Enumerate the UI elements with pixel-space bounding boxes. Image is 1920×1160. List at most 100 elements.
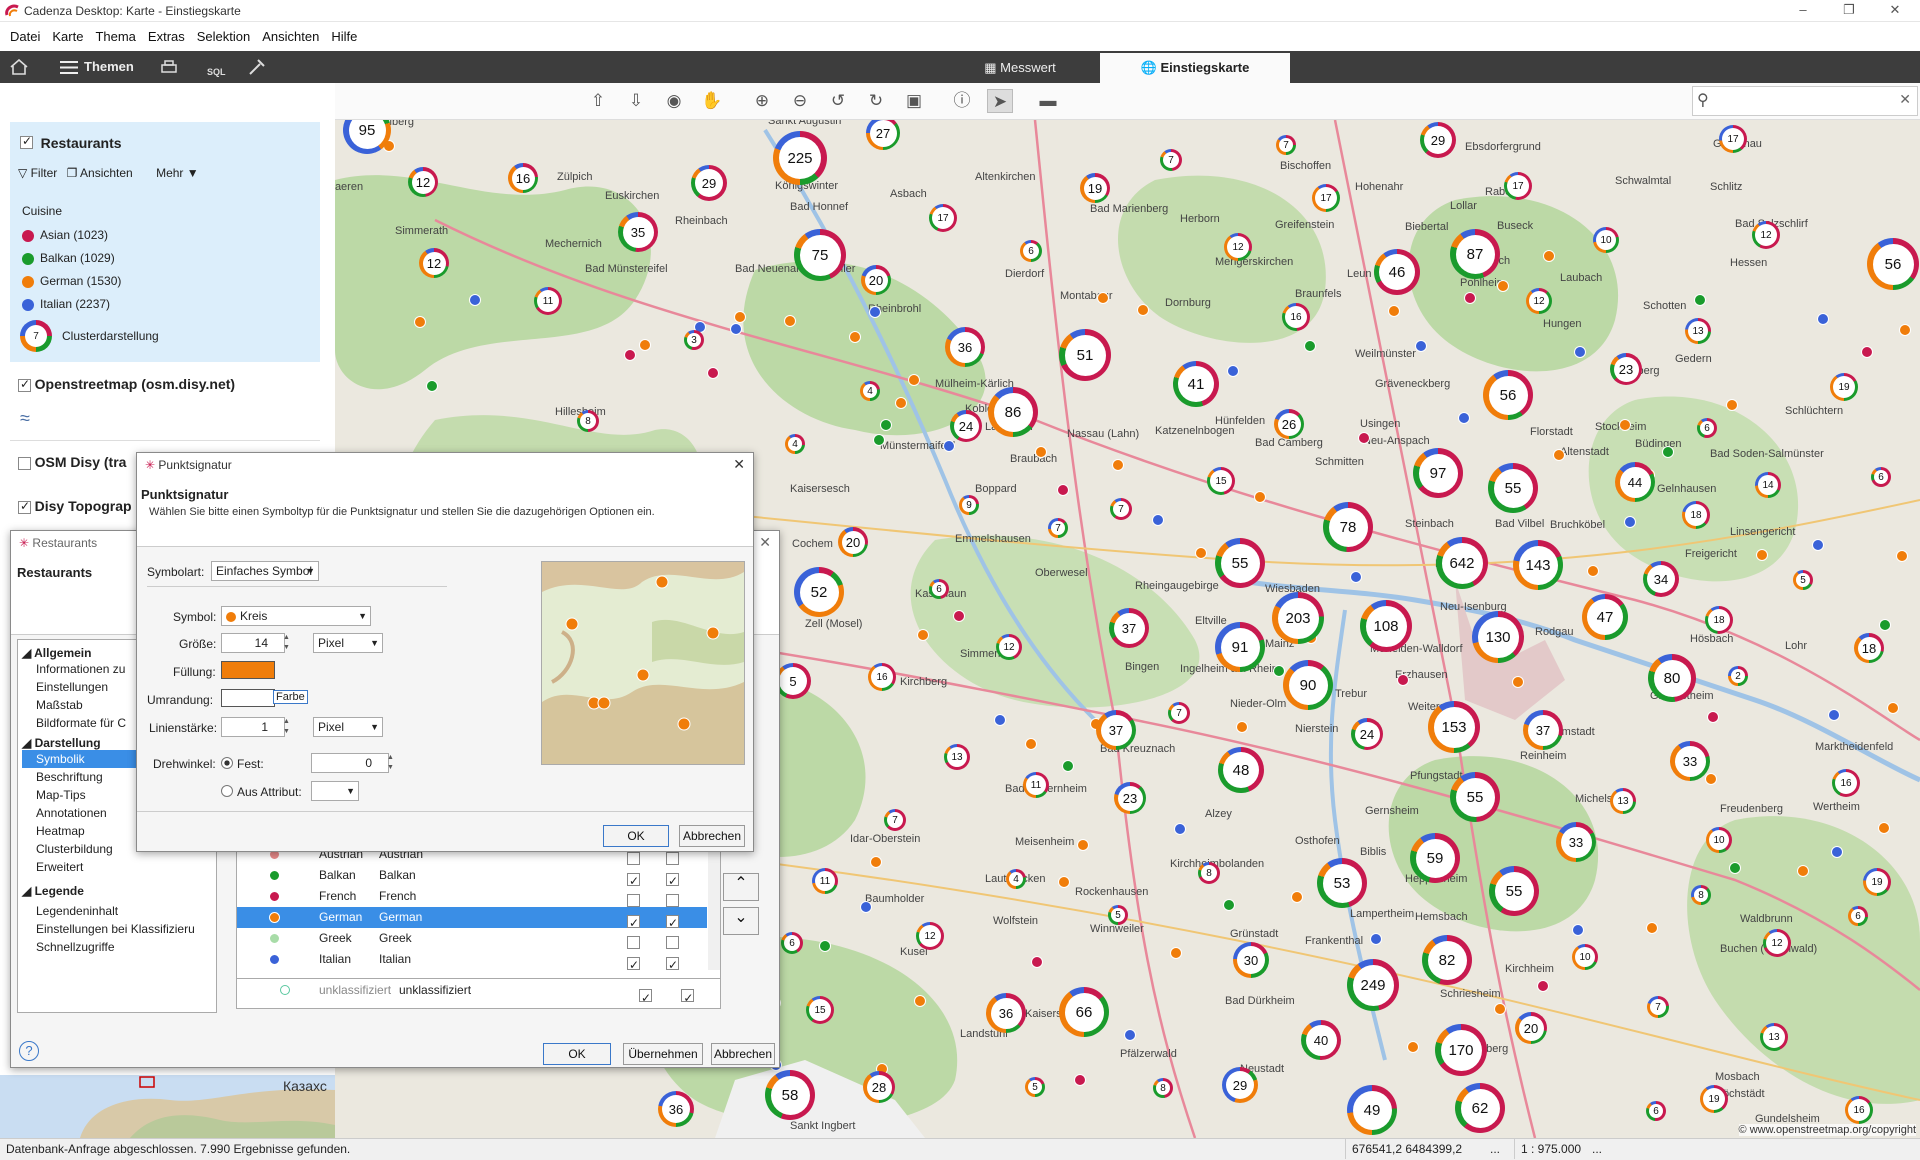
restaurant-point[interactable] xyxy=(1077,839,1089,851)
restaurant-point[interactable] xyxy=(730,323,742,335)
cluster-marker[interactable]: 14 xyxy=(1755,472,1781,498)
drehwinkel-input[interactable]: 0 xyxy=(311,753,389,773)
color-swatch[interactable] xyxy=(269,954,280,965)
map-attribution[interactable]: © www.openstreetmap.org/copyright xyxy=(1738,1124,1916,1136)
export-icon[interactable]: ⇧ xyxy=(585,89,611,113)
restaurant-point[interactable] xyxy=(1896,550,1908,562)
restaurant-point[interactable] xyxy=(953,610,965,622)
cluster-marker[interactable]: 16 xyxy=(1282,303,1310,331)
cluster-marker[interactable]: 5 xyxy=(775,663,811,699)
restaurant-point[interactable] xyxy=(1729,862,1741,874)
cluster-marker[interactable]: 225 xyxy=(773,131,827,185)
restaurant-point[interactable] xyxy=(1397,674,1409,686)
linien-spinner-icon[interactable]: ▲ ▼ xyxy=(283,717,290,737)
restaurant-point[interactable] xyxy=(873,434,885,446)
restaurant-point[interactable] xyxy=(707,367,719,379)
cluster-marker[interactable]: 6 xyxy=(1020,240,1042,262)
groesse-unit-select[interactable]: Pixel xyxy=(313,633,383,653)
cluster-marker[interactable]: 28 xyxy=(863,1071,895,1103)
cluster-marker[interactable]: 108 xyxy=(1360,600,1412,652)
restaurant-point[interactable] xyxy=(1097,292,1109,304)
restaurant-point[interactable] xyxy=(1350,571,1362,583)
color-swatch[interactable] xyxy=(269,912,280,923)
restaurant-point[interactable] xyxy=(1817,313,1829,325)
cluster-marker[interactable]: 642 xyxy=(1436,537,1488,589)
restaurant-point[interactable] xyxy=(414,316,426,328)
cluster-marker[interactable]: 90 xyxy=(1283,660,1333,710)
menu-thema[interactable]: Thema xyxy=(89,23,141,50)
restaurant-point[interactable] xyxy=(1304,340,1316,352)
cluster-marker[interactable]: 13 xyxy=(1610,788,1636,814)
cluster-marker[interactable]: 10 xyxy=(1593,227,1619,253)
cluster-marker[interactable]: 18 xyxy=(1682,501,1710,529)
help-icon[interactable]: ? xyxy=(19,1041,39,1061)
cluster-marker[interactable]: 13 xyxy=(944,744,970,770)
binoculars-icon[interactable]: ◉ xyxy=(661,89,687,113)
cluster-marker[interactable]: 12 xyxy=(419,248,449,278)
legend-checkbox[interactable] xyxy=(681,987,695,1009)
cluster-marker[interactable]: 91 xyxy=(1215,622,1265,672)
restaurant-point[interactable] xyxy=(1170,947,1182,959)
restaurant-point[interactable] xyxy=(1152,514,1164,526)
info-icon[interactable]: ⓘ xyxy=(949,89,975,113)
table-row[interactable]: Greek Greek xyxy=(237,928,707,950)
measure-icon[interactable]: ▬ xyxy=(1035,89,1061,113)
cluster-marker[interactable]: 130 xyxy=(1472,611,1524,663)
restaurant-point[interactable] xyxy=(819,940,831,952)
restaurant-point[interactable] xyxy=(1553,449,1565,461)
cluster-marker[interactable]: 12 xyxy=(916,922,944,950)
cluster-marker[interactable]: 23 xyxy=(1114,782,1146,814)
menu-extras[interactable]: Extras xyxy=(142,23,191,50)
restaurant-point[interactable] xyxy=(1273,665,1285,677)
restaurant-point[interactable] xyxy=(1726,399,1738,411)
restaurant-point[interactable] xyxy=(1031,956,1043,968)
cluster-marker[interactable]: 48 xyxy=(1218,747,1264,793)
cluster-marker[interactable]: 16 xyxy=(1845,1096,1873,1124)
fill-color-button[interactable] xyxy=(221,661,275,679)
cluster-marker[interactable]: 86 xyxy=(988,387,1038,437)
zoom-in-icon[interactable]: ⊕ xyxy=(749,89,775,113)
row-label[interactable]: French xyxy=(379,886,416,907)
move-down-button[interactable]: ⌄ xyxy=(723,907,759,935)
import-icon[interactable]: ⇩ xyxy=(623,89,649,113)
visible-checkbox[interactable] xyxy=(627,894,640,908)
cluster-marker[interactable]: 13 xyxy=(1760,1023,1788,1051)
restaurant-point[interactable] xyxy=(1074,1074,1086,1086)
mehr-button[interactable]: Mehr xyxy=(156,166,183,180)
menu-hilfe[interactable]: Hilfe xyxy=(325,23,363,50)
cluster-marker[interactable]: 7 xyxy=(1160,149,1182,171)
cluster-marker[interactable]: 37 xyxy=(1096,710,1136,750)
aus-attribut-radio[interactable] xyxy=(221,785,233,797)
legend-item-italian[interactable]: Italian (2237) xyxy=(22,293,121,316)
cluster-marker[interactable]: 29 xyxy=(1222,1067,1258,1103)
cluster-marker[interactable]: 4 xyxy=(785,434,805,454)
cluster-marker[interactable]: 35 xyxy=(618,212,658,252)
symbolart-select[interactable]: Einfaches Symbol xyxy=(211,561,319,581)
tab-messwert[interactable]: ▦ Messwert xyxy=(940,53,1100,83)
cluster-marker[interactable]: 55 xyxy=(1488,463,1538,513)
cluster-marker[interactable]: 3 xyxy=(684,330,704,350)
restaurant-point[interactable] xyxy=(1254,491,1266,503)
move-up-button[interactable]: ⌃ xyxy=(723,873,759,901)
cluster-marker[interactable]: 82 xyxy=(1422,935,1472,985)
cluster-marker[interactable]: 8 xyxy=(577,410,599,432)
cluster-marker[interactable]: 80 xyxy=(1648,654,1696,702)
layer-checkbox[interactable] xyxy=(18,499,31,515)
select-arrow-icon[interactable]: ➤ xyxy=(987,89,1013,113)
menu-datei[interactable]: Datei xyxy=(4,23,46,50)
restaurant-point[interactable] xyxy=(1227,365,1239,377)
cluster-marker[interactable]: 7 xyxy=(884,809,906,831)
tools-icon[interactable] xyxy=(248,58,266,76)
restaurant-point[interactable] xyxy=(1124,1029,1136,1041)
coords-options-button[interactable]: ... xyxy=(1490,1139,1500,1159)
color-swatch[interactable] xyxy=(269,891,280,902)
cluster-marker[interactable]: 97 xyxy=(1413,448,1463,498)
unclassified-row[interactable]: unklassifiziert unklassifiziert xyxy=(237,978,720,1009)
cluster-marker[interactable]: 20 xyxy=(861,265,891,295)
restaurant-point[interactable] xyxy=(1572,924,1584,936)
cluster-marker[interactable]: 6 xyxy=(1646,1101,1666,1121)
cluster-marker[interactable]: 7 xyxy=(1647,996,1669,1018)
restaurant-point[interactable] xyxy=(860,901,872,913)
apply-button[interactable]: Übernehmen xyxy=(623,1043,703,1065)
restaurant-point[interactable] xyxy=(1062,760,1074,772)
